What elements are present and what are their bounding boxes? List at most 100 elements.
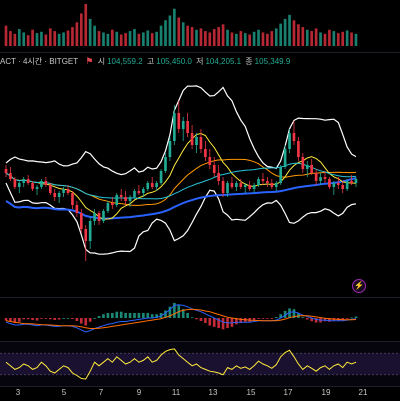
volume-bar	[62, 32, 65, 46]
macd-histogram-bar	[345, 318, 349, 319]
candle-body	[35, 187, 39, 189]
volume-bar	[17, 29, 21, 46]
macd-histogram-bar	[84, 318, 88, 326]
candle-body	[142, 189, 145, 193]
macd-histogram-bar	[142, 312, 145, 318]
macd-histogram-bar	[97, 315, 101, 318]
macd-histogram-bar	[93, 318, 96, 319]
candle-body	[79, 213, 83, 229]
macd-histogram-bar	[57, 318, 61, 320]
volume-panel[interactable]	[0, 0, 400, 48]
macd-histogram-bar	[212, 318, 216, 327]
time-axis-tick-label: 11	[171, 388, 181, 397]
macd-histogram-bar	[128, 312, 132, 318]
candle-body	[301, 157, 305, 169]
macd-histogram-bar	[190, 317, 194, 319]
candle-body	[221, 181, 225, 193]
volume-bar	[133, 29, 136, 46]
candle-body	[230, 183, 234, 187]
oscillator-panel[interactable]	[0, 341, 400, 386]
candle-body	[75, 205, 79, 213]
macd-histogram-bar	[199, 318, 203, 322]
volume-bar	[341, 31, 345, 46]
volume-bar	[57, 33, 61, 46]
volume-bar	[111, 29, 114, 46]
candle-body	[235, 183, 238, 187]
time-axis-tick-label: 19	[321, 388, 331, 397]
candle-body	[102, 211, 105, 221]
macd-histogram-bar	[53, 318, 57, 321]
macd-histogram-bar	[75, 318, 79, 322]
volume-bar	[297, 24, 300, 46]
volume-bar	[26, 35, 30, 46]
price-panel[interactable]	[0, 52, 400, 291]
macd-histogram-bar	[274, 316, 278, 318]
candle-body	[177, 113, 181, 129]
volume-bar	[35, 33, 39, 46]
volume-bar	[177, 17, 181, 46]
volume-bar	[248, 34, 251, 46]
candle-body	[57, 193, 61, 197]
candle-body	[332, 183, 336, 187]
macd-histogram-bar	[305, 318, 309, 320]
macd-panel[interactable]	[0, 297, 400, 338]
volume-bar	[186, 25, 189, 46]
volume-bar	[354, 33, 358, 46]
high-label: 고	[146, 57, 155, 66]
volume-bar	[115, 31, 119, 46]
macd-histogram-bar	[350, 317, 353, 319]
candlestick-chart	[4, 85, 358, 261]
macd-histogram-bar	[133, 312, 136, 318]
macd-histogram-bar	[40, 318, 43, 319]
candle-body	[204, 149, 207, 157]
candle-body	[190, 133, 194, 145]
volume-bar	[261, 32, 265, 46]
candle-body	[195, 137, 198, 145]
macd-histogram-bar	[124, 312, 127, 318]
candle-body	[297, 141, 300, 157]
volume-bar	[336, 33, 340, 46]
volume-chart	[4, 4, 358, 46]
close-value: 105,349.9	[254, 57, 291, 66]
volume-bar	[155, 31, 158, 46]
volume-bar	[226, 29, 229, 46]
candle-body	[243, 185, 247, 187]
symbol-label[interactable]: ACT · 4시간 · BITGET	[0, 57, 78, 66]
candle-body	[350, 181, 353, 183]
candle-body	[305, 165, 309, 169]
volume-bar	[66, 30, 70, 46]
low-value: 104,205.1	[205, 57, 242, 66]
macd-histogram-bar	[17, 318, 21, 322]
candle-body	[71, 193, 74, 205]
candle-body	[40, 181, 43, 187]
candle-body	[124, 197, 127, 201]
volume-bar	[9, 31, 12, 46]
candle-body	[314, 173, 318, 181]
time-axis-tick-label: 17	[283, 388, 293, 397]
macd-chart	[4, 302, 358, 333]
volume-bar	[288, 14, 291, 46]
volume-bar	[274, 28, 278, 46]
time-axis[interactable]	[0, 386, 400, 401]
volume-bar	[212, 29, 216, 46]
candle-body	[212, 165, 216, 173]
volume-bar	[257, 29, 260, 46]
red-flag-icon[interactable]: ⚑	[85, 56, 93, 66]
volume-bar	[124, 33, 127, 46]
candle-body	[186, 121, 189, 133]
macd-histogram-bar	[62, 318, 65, 319]
candle-body	[248, 185, 251, 189]
close-label: 종	[245, 57, 253, 66]
candle-body	[31, 183, 34, 189]
candle-body	[257, 179, 260, 185]
candle-body	[274, 183, 278, 187]
lightning-icon[interactable]: ⚡	[352, 279, 366, 293]
macd-histogram-bar	[44, 318, 48, 319]
volume-bar	[13, 33, 17, 46]
candle-body	[133, 191, 136, 197]
candle-body	[310, 165, 314, 173]
macd-histogram-bar	[266, 318, 269, 319]
macd-histogram-bar	[137, 312, 141, 318]
macd-histogram-bar	[257, 318, 260, 319]
volume-bar	[150, 33, 154, 46]
